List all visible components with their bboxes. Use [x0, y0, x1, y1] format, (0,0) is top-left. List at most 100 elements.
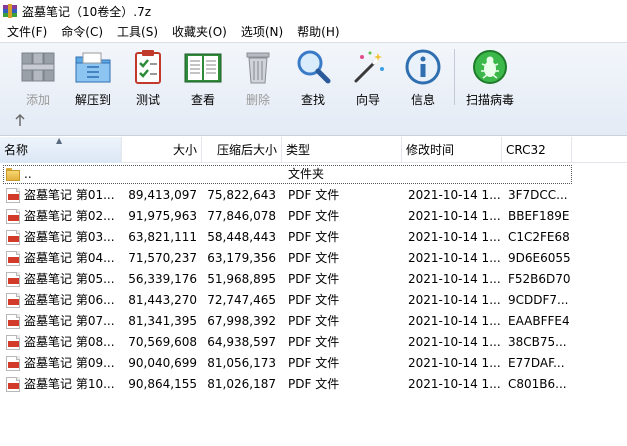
file-modified: 2021-10-14 1... [408, 188, 500, 202]
file-crc32: 9CDDF7... [508, 293, 569, 307]
extract-folder-icon [73, 47, 113, 87]
file-name: 盗墓笔记 第10... [24, 377, 115, 391]
file-row[interactable]: 盗墓笔记 第08... 70,569,608 64,938,597 PDF 文件 202… [0, 332, 627, 353]
file-type: PDF 文件 [288, 230, 340, 244]
file-packed-size: 72,747,465 [207, 293, 276, 307]
file-name: 盗墓笔记 第08... [24, 335, 115, 349]
info-button[interactable]: 信息 [397, 47, 449, 107]
view-button[interactable]: 查看 [177, 47, 229, 107]
toolbar: 添加 解压到 测试 查看 删除 查找 向导 信息 扫描病毒 [0, 42, 627, 136]
folder-icon [6, 167, 20, 182]
wizard-button-label: 向导 [355, 93, 380, 107]
pdf-file-icon [6, 272, 20, 287]
file-row[interactable]: 盗墓笔记 第03... 63,821,111 58,448,443 PDF 文件 202… [0, 227, 627, 248]
file-row[interactable]: 盗墓笔记 第04... 71,570,237 63,179,356 PDF 文件 202… [0, 248, 627, 269]
pdf-file-icon [6, 293, 20, 308]
file-packed-size: 64,938,597 [207, 335, 276, 349]
file-modified: 2021-10-14 1... [408, 272, 500, 286]
toolbar-separator [454, 49, 455, 105]
delete-button[interactable]: 删除 [232, 47, 284, 107]
pdf-file-icon [6, 335, 20, 350]
column-header-size-label: 大小 [172, 143, 197, 157]
file-row[interactable]: 盗墓笔记 第01... 89,413,097 75,822,643 PDF 文件 202… [0, 185, 627, 206]
menu-file[interactable]: 文件(F) [2, 22, 52, 42]
menu-commands[interactable]: 命令(C) [56, 22, 108, 42]
virus-scan-icon [470, 47, 510, 87]
trash-icon [238, 47, 278, 87]
file-modified: 2021-10-14 1... [408, 293, 500, 307]
column-header-type-label: 类型 [286, 143, 311, 157]
menu-tools[interactable]: 工具(S) [112, 22, 163, 42]
info-icon [403, 47, 443, 87]
file-size: 89,413,097 [128, 188, 197, 202]
file-modified: 2021-10-14 1... [408, 377, 500, 391]
add-button-label: 添加 [25, 93, 50, 107]
menu-options[interactable]: 选项(N) [236, 22, 288, 42]
file-modified: 2021-10-14 1... [408, 356, 500, 370]
parent-folder-row[interactable]: .. 文件夹 [0, 164, 627, 185]
file-type: PDF 文件 [288, 209, 340, 223]
extract-to-button[interactable]: 解压到 [67, 47, 119, 107]
test-clipboard-icon [128, 47, 168, 87]
file-packed-size: 67,998,392 [207, 314, 276, 328]
find-button[interactable]: 查找 [287, 47, 339, 107]
menu-help[interactable]: 帮助(H) [292, 22, 344, 42]
file-type: PDF 文件 [288, 188, 340, 202]
file-type: PDF 文件 [288, 272, 340, 286]
column-header-crc32[interactable]: CRC32 [502, 137, 572, 163]
column-header-packed-size[interactable]: 压缩后大小 [202, 137, 282, 163]
file-crc32: BBEF189E [508, 209, 570, 223]
column-header-modified[interactable]: 修改时间 [402, 137, 502, 163]
column-header-packed-size-label: 压缩后大小 [216, 143, 277, 157]
file-crc32: 38CB75... [508, 335, 567, 349]
file-row[interactable]: 盗墓笔记 第02... 91,975,963 77,846,078 PDF 文件 202… [0, 206, 627, 227]
pdf-file-icon [6, 356, 20, 371]
file-crc32: E77DAF... [508, 356, 565, 370]
file-name: 盗墓笔记 第05... [24, 272, 115, 286]
column-header-name-label: 名称 [4, 143, 29, 157]
file-modified: 2021-10-14 1... [408, 230, 500, 244]
magic-wand-icon [348, 47, 388, 87]
file-packed-size: 75,822,643 [207, 188, 276, 202]
pdf-file-icon [6, 230, 20, 245]
window-title: 盗墓笔记（10卷全）.7z [22, 4, 152, 19]
info-button-label: 信息 [410, 93, 435, 107]
add-button[interactable]: 添加 [12, 47, 64, 107]
menu-favorites[interactable]: 收藏夹(O) [167, 22, 232, 42]
file-row[interactable]: 盗墓笔记 第06... 81,443,270 72,747,465 PDF 文件 202… [0, 290, 627, 311]
column-header-size[interactable]: 大小 [122, 137, 202, 163]
file-crc32: 9D6E6055 [508, 251, 571, 265]
test-button-label: 测试 [135, 93, 160, 107]
file-packed-size: 81,026,187 [207, 377, 276, 391]
pdf-file-icon [6, 314, 20, 329]
file-type: PDF 文件 [288, 335, 340, 349]
file-size: 91,975,963 [128, 209, 197, 223]
file-name: 盗墓笔记 第09... [24, 356, 115, 370]
file-row[interactable]: 盗墓笔记 第09... 90,040,699 81,056,173 PDF 文件 202… [0, 353, 627, 374]
column-header-type[interactable]: 类型 [282, 137, 402, 163]
file-list-header: ▲ 名称 大小 压缩后大小 类型 修改时间 CRC32 [0, 136, 627, 163]
parent-folder-type: 文件夹 [288, 167, 325, 181]
winrar-app-icon [2, 3, 18, 19]
file-name: 盗墓笔记 第06... [24, 293, 115, 307]
file-crc32: C1C2FE68 [508, 230, 570, 244]
column-header-name[interactable]: ▲ 名称 [0, 136, 122, 163]
file-row[interactable]: 盗墓笔记 第07... 81,341,395 67,998,392 PDF 文件 202… [0, 311, 627, 332]
file-type: PDF 文件 [288, 356, 340, 370]
file-row[interactable]: 盗墓笔记 第10... 90,864,155 81,026,187 PDF 文件 202… [0, 374, 627, 395]
file-packed-size: 77,846,078 [207, 209, 276, 223]
file-packed-size: 51,968,895 [207, 272, 276, 286]
file-size: 70,569,608 [128, 335, 197, 349]
file-size: 63,821,111 [128, 230, 197, 244]
column-header-modified-label: 修改时间 [406, 143, 455, 157]
file-list: ▲ 名称 大小 压缩后大小 类型 修改时间 CRC32 .. 文件夹 盗墓笔记 … [0, 136, 627, 446]
magnifier-icon [293, 47, 333, 87]
wizard-button[interactable]: 向导 [342, 47, 394, 107]
file-type: PDF 文件 [288, 314, 340, 328]
file-row[interactable]: 盗墓笔记 第05... 56,339,176 51,968,895 PDF 文件 202… [0, 269, 627, 290]
scan-virus-button[interactable]: 扫描病毒 [462, 47, 518, 107]
sort-ascending-icon: ▲ [56, 136, 63, 145]
file-packed-size: 58,448,443 [207, 230, 276, 244]
up-arrow-icon[interactable] [14, 113, 28, 129]
test-button[interactable]: 测试 [122, 47, 174, 107]
